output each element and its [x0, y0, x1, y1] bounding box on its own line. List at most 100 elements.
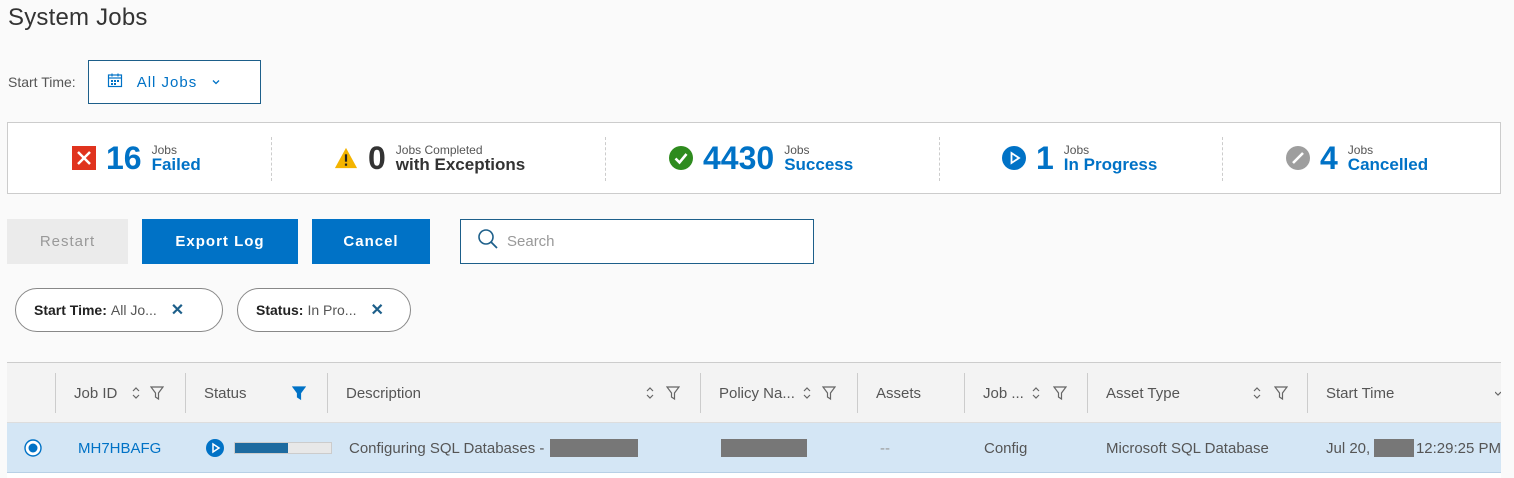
chevron-down-icon	[211, 74, 221, 91]
table-header: Job ID Status Description Policy Na... A…	[7, 363, 1502, 423]
redacted-block	[721, 439, 807, 457]
summary-small-label: Jobs	[784, 142, 810, 157]
sort-icon[interactable]	[1031, 385, 1041, 406]
summary-success[interactable]: 4430 Jobs Success	[669, 123, 853, 193]
summary-big-label: Cancelled	[1347, 154, 1429, 174]
column-separator	[700, 373, 701, 413]
column-separator	[964, 373, 965, 413]
column-header-job-id[interactable]: Job ID	[74, 363, 117, 423]
search-box[interactable]	[460, 219, 814, 264]
column-separator	[327, 373, 328, 413]
sort-desc-icon[interactable]	[1494, 387, 1502, 405]
start-time-suffix: 12:29:25 PM	[1415, 439, 1501, 457]
column-header-policy-name[interactable]: Policy Na...	[719, 363, 795, 423]
failed-x-icon	[72, 146, 96, 170]
start-time-dropdown[interactable]: All Jobs	[87, 60, 261, 104]
summary-divider	[271, 137, 272, 181]
summary-big-label: with Exceptions	[395, 154, 526, 174]
filter-chip-start-time[interactable]: Start Time: All Jo... ✕	[15, 288, 223, 332]
start-time-label: Start Time:	[8, 74, 76, 90]
sort-icon[interactable]	[131, 385, 141, 406]
column-header-assets[interactable]: Assets	[876, 363, 921, 423]
summary-small-label: Jobs	[151, 142, 177, 157]
job-type-cell: Config	[984, 439, 1028, 457]
column-separator	[1087, 373, 1088, 413]
summary-count: 1	[1036, 140, 1054, 176]
filter-icon[interactable]	[665, 385, 681, 406]
sort-icon[interactable]	[645, 385, 655, 406]
filter-active-icon[interactable]	[291, 385, 307, 406]
chip-key: Start Time:	[34, 302, 107, 318]
assets-cell: --	[880, 439, 890, 457]
cancelled-icon	[1286, 146, 1310, 170]
job-summary-panel: 16 Jobs Failed 0 Jobs Completed with Exc…	[7, 122, 1501, 194]
chip-value: All Jo...	[110, 302, 157, 318]
status-cell	[206, 423, 332, 473]
cancel-button[interactable]: Cancel	[312, 219, 430, 264]
job-id-link[interactable]: MH7HBAFG	[78, 423, 161, 473]
column-header-job-type[interactable]: Job ...	[983, 363, 1024, 423]
jobs-table: Job ID Status Description Policy Na... A…	[7, 362, 1502, 478]
summary-count: 16	[106, 140, 142, 176]
success-check-icon	[669, 146, 693, 170]
column-header-start-time[interactable]: Start Time	[1326, 363, 1394, 423]
sort-icon[interactable]	[1252, 385, 1262, 406]
play-circle-icon	[1002, 146, 1026, 170]
start-time-filter: Start Time: All Jobs	[8, 60, 261, 104]
summary-count: 4430	[703, 140, 775, 176]
column-header-status[interactable]: Status	[204, 363, 247, 423]
column-header-description[interactable]: Description	[346, 363, 421, 423]
filter-icon[interactable]	[1273, 385, 1289, 406]
asset-type-cell: Microsoft SQL Database	[1106, 439, 1269, 457]
page-title: System Jobs	[8, 4, 148, 31]
column-separator	[1307, 373, 1308, 413]
summary-big-label: In Progress	[1063, 154, 1158, 174]
summary-divider	[605, 137, 606, 181]
summary-count: 4	[1320, 140, 1338, 176]
chip-key: Status:	[256, 302, 304, 318]
play-circle-icon	[206, 439, 224, 457]
summary-small-label: Jobs Completed	[395, 142, 483, 157]
calendar-icon	[107, 72, 123, 92]
summary-failed[interactable]: 16 Jobs Failed	[72, 123, 201, 193]
summary-cancelled[interactable]: 4 Jobs Cancelled	[1286, 123, 1428, 193]
start-time-dropdown-value: All Jobs	[136, 73, 198, 91]
column-separator	[185, 373, 186, 413]
filter-icon[interactable]	[821, 385, 837, 406]
summary-in-progress[interactable]: 1 Jobs In Progress	[1002, 123, 1157, 193]
close-icon[interactable]: ✕	[171, 300, 184, 320]
summary-exceptions[interactable]: 0 Jobs Completed with Exceptions	[334, 123, 525, 193]
search-icon	[477, 228, 499, 255]
row-select-radio[interactable]	[24, 423, 42, 473]
description-cell: Configuring SQL Databases -	[349, 423, 639, 473]
description-text: Configuring SQL Databases -	[349, 439, 545, 457]
job-progress-fill	[235, 443, 288, 453]
policy-name-cell	[721, 423, 807, 473]
summary-small-label: Jobs	[1063, 142, 1090, 157]
column-header-asset-type[interactable]: Asset Type	[1106, 363, 1180, 423]
summary-small-label: Jobs	[1347, 142, 1374, 157]
start-time-prefix: Jul 20,	[1326, 439, 1371, 457]
summary-count: 0	[368, 140, 386, 176]
summary-divider	[1222, 137, 1223, 181]
filter-icon[interactable]	[1052, 385, 1068, 406]
summary-big-label: Failed	[151, 154, 201, 174]
redacted-block	[1374, 439, 1414, 457]
summary-divider	[939, 137, 940, 181]
column-separator	[55, 373, 56, 413]
sort-icon[interactable]	[802, 385, 812, 406]
warning-icon	[334, 146, 358, 170]
redacted-block	[550, 439, 639, 457]
close-icon[interactable]: ✕	[370, 300, 383, 320]
summary-big-label: Success	[784, 154, 854, 174]
export-log-button[interactable]: Export Log	[142, 219, 298, 264]
filter-icon[interactable]	[149, 385, 165, 406]
restart-button[interactable]: Restart	[7, 219, 128, 264]
column-separator	[857, 373, 858, 413]
start-time-cell: Jul 20, 12:29:25 PM	[1326, 423, 1501, 473]
filter-chip-status[interactable]: Status: In Pro... ✕	[237, 288, 411, 332]
job-progress-bar	[234, 442, 332, 454]
table-row[interactable]: MH7HBAFG Configuring SQL Databases - -- …	[7, 423, 1501, 473]
chip-value: In Pro...	[307, 302, 357, 318]
search-input[interactable]	[507, 233, 787, 250]
